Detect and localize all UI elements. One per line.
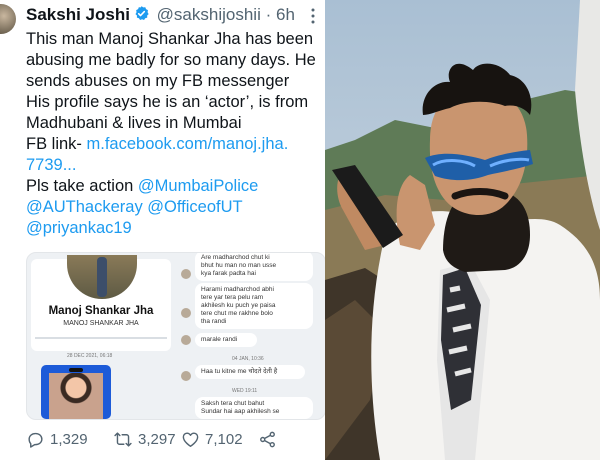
mention-officeofut[interactable]: @OfficeofUT xyxy=(147,198,242,216)
share-icon xyxy=(258,430,277,449)
mention-priyankac19[interactable]: @priyankac19 xyxy=(26,218,322,239)
action-label: Pls take action xyxy=(26,177,134,195)
video-call-thumbnail xyxy=(41,365,111,419)
reply-button[interactable]: 1,329 xyxy=(26,430,88,449)
tweet-line: Madhubani & lives in Mumbai xyxy=(26,114,242,132)
chat-message: Saksh tera chut bahut Sundar hai aap akh… xyxy=(195,397,313,419)
retweet-button[interactable]: 3,297 xyxy=(113,430,176,449)
tweet-text: This man Manoj Shankar Jha has been abus… xyxy=(26,29,322,239)
more-icon[interactable] xyxy=(310,8,316,24)
tweet-line: abusing me badly for so many days. He xyxy=(26,51,316,69)
tweet-line: This man Manoj Shankar Jha has been xyxy=(26,30,314,48)
divider xyxy=(35,337,167,339)
chat-date: WED 19:11 xyxy=(232,388,258,394)
like-icon xyxy=(181,430,200,449)
retweet-count: 3,297 xyxy=(138,431,176,448)
profile-subname: MANOJ SHANKAR JHA xyxy=(63,320,139,327)
reply-icon xyxy=(26,430,45,449)
tweet-card: Sakshi Joshi @sakshijoshii · 6h This man… xyxy=(0,0,325,460)
share-button[interactable] xyxy=(258,430,277,449)
verified-icon xyxy=(133,5,150,27)
chat-message: Haa tu kitne me चोदते देती है xyxy=(195,365,305,379)
like-button[interactable]: 7,102 xyxy=(181,430,243,449)
like-count: 7,102 xyxy=(205,431,243,448)
tweet-line: sends abuses on my FB messenger xyxy=(26,72,290,90)
author-handle[interactable]: @sakshijoshii xyxy=(157,5,261,24)
chat-date: 28 DEC 2021, 06:18 xyxy=(67,353,113,359)
profile-picture xyxy=(67,255,137,299)
chat-message: Harami madharchod abhi tere yar tera pel… xyxy=(195,283,313,329)
tweet-actions: 1,329 3,297 7,102 xyxy=(26,430,322,452)
fb-link-label: FB link- xyxy=(26,135,82,153)
sender-avatar xyxy=(181,269,191,279)
action-line: Pls take action @MumbaiPolice xyxy=(26,176,322,197)
selfie-illustration xyxy=(325,0,600,460)
mention-mumbaipolice[interactable]: @MumbaiPolice xyxy=(138,177,258,195)
tweet-time[interactable]: 6h xyxy=(276,5,295,24)
sender-avatar xyxy=(181,335,191,345)
mention-authackeray[interactable]: @AUThackeray xyxy=(26,198,143,216)
sender-avatar xyxy=(181,371,191,381)
chat-date: 04 JAN, 10:36 xyxy=(232,356,264,362)
profile-card: Manoj Shankar Jha MANOJ SHANKAR JHA xyxy=(31,255,171,351)
profile-name: Manoj Shankar Jha xyxy=(48,305,154,317)
fb-link[interactable]: m.facebook.com/manoj.jha. xyxy=(87,135,289,153)
avatar[interactable] xyxy=(0,4,16,34)
sender-avatar xyxy=(181,308,191,318)
retweet-icon xyxy=(113,430,133,449)
reply-count: 1,329 xyxy=(50,431,88,448)
mentions-line: @AUThackeray @OfficeofUT xyxy=(26,197,322,218)
chat-message: Are madharchod chut ki bhut hu man no ma… xyxy=(195,253,313,281)
author-name[interactable]: Sakshi Joshi xyxy=(26,5,130,24)
fb-link-line: FB link- m.facebook.com/manoj.jha. xyxy=(26,134,322,155)
selfie-photo xyxy=(325,0,600,460)
tweet-line: His profile says he is an ‘actor’, is fr… xyxy=(26,93,309,111)
chat-message: marale randi xyxy=(195,333,257,347)
fb-link-continued[interactable]: 7739... xyxy=(26,155,322,176)
separator-dot: · xyxy=(265,5,272,24)
tweet-header: Sakshi Joshi @sakshijoshii · 6h xyxy=(26,5,295,27)
tweet-media-screenshot[interactable]: Manoj Shankar Jha MANOJ SHANKAR JHA 28 D… xyxy=(26,252,325,420)
